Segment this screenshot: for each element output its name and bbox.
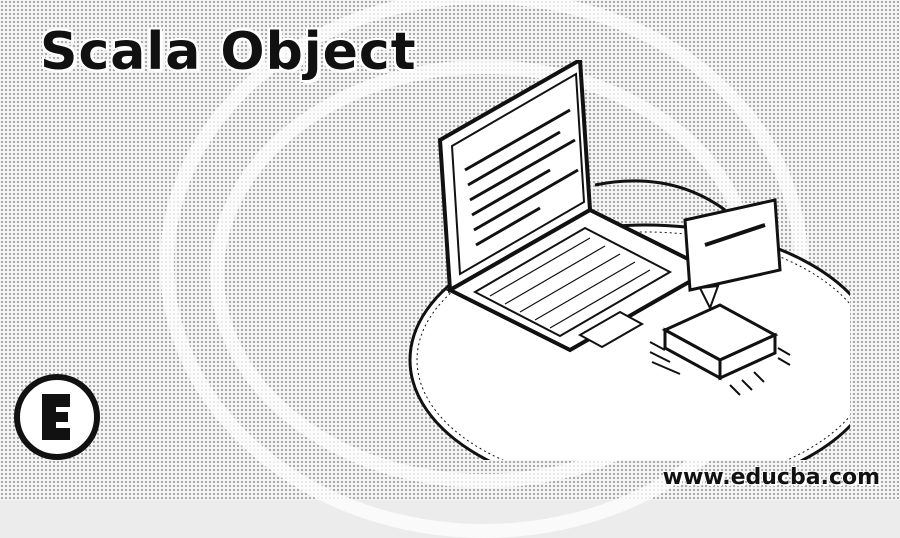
laptop-chip-illustration-icon: [408, 60, 850, 460]
page-title: Scala Object: [40, 22, 417, 82]
site-url: www.educba.com: [662, 465, 880, 490]
educba-logo-icon: [14, 374, 100, 460]
